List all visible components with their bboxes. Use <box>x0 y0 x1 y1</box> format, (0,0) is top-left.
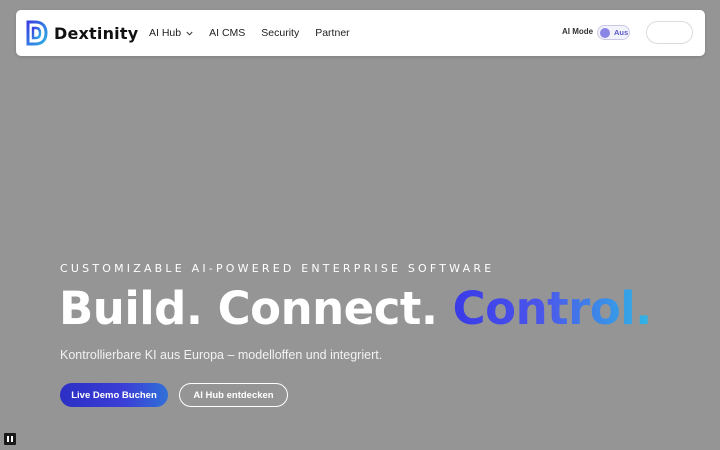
navbar: Dextinity AI Hub AI CMS Security Partner… <box>16 10 705 56</box>
chevron-down-icon <box>186 31 193 36</box>
nav-item-label: AI CMS <box>209 27 246 39</box>
nav-cta-button[interactable] <box>646 21 693 44</box>
nav-item-label: AI Hub <box>149 27 182 39</box>
dextinity-logo-icon <box>26 20 48 46</box>
brand-logo[interactable]: Dextinity <box>26 20 138 46</box>
nav-item-security[interactable]: Security <box>261 27 299 39</box>
nav-item-ai-cms[interactable]: AI CMS <box>209 27 245 39</box>
pause-icon[interactable] <box>4 433 16 445</box>
ai-mode-label: AI Mode <box>562 27 594 36</box>
ai-hub-discover-button[interactable]: AI Hub entdecken <box>179 383 288 407</box>
nav-item-label: Security <box>261 27 300 39</box>
ai-mode-toggle[interactable]: Aus <box>597 25 630 40</box>
pause-bar <box>7 436 9 442</box>
hero-headline: Build. Connect. Control. <box>59 283 652 335</box>
live-demo-button[interactable]: Live Demo Buchen <box>60 383 168 407</box>
toggle-knob <box>600 27 610 38</box>
nav-item-ai-hub[interactable]: AI Hub <box>149 27 193 39</box>
headline-part-plain: Build. Connect. <box>59 282 453 335</box>
pause-bar <box>11 436 13 442</box>
brand-name: Dextinity <box>54 23 139 43</box>
nav-item-partner[interactable]: Partner <box>315 27 349 39</box>
hero-subline: Kontrollierbare KI aus Europa – modellof… <box>60 348 383 362</box>
ai-mode-state: Aus <box>614 28 629 37</box>
hero-eyebrow: CUSTOMIZABLE AI-POWERED ENTERPRISE SOFTW… <box>60 262 495 275</box>
headline-part-gradient: Control. <box>452 282 653 335</box>
nav-item-label: Partner <box>315 27 350 39</box>
nav-links: AI Hub AI CMS Security Partner <box>149 10 366 56</box>
